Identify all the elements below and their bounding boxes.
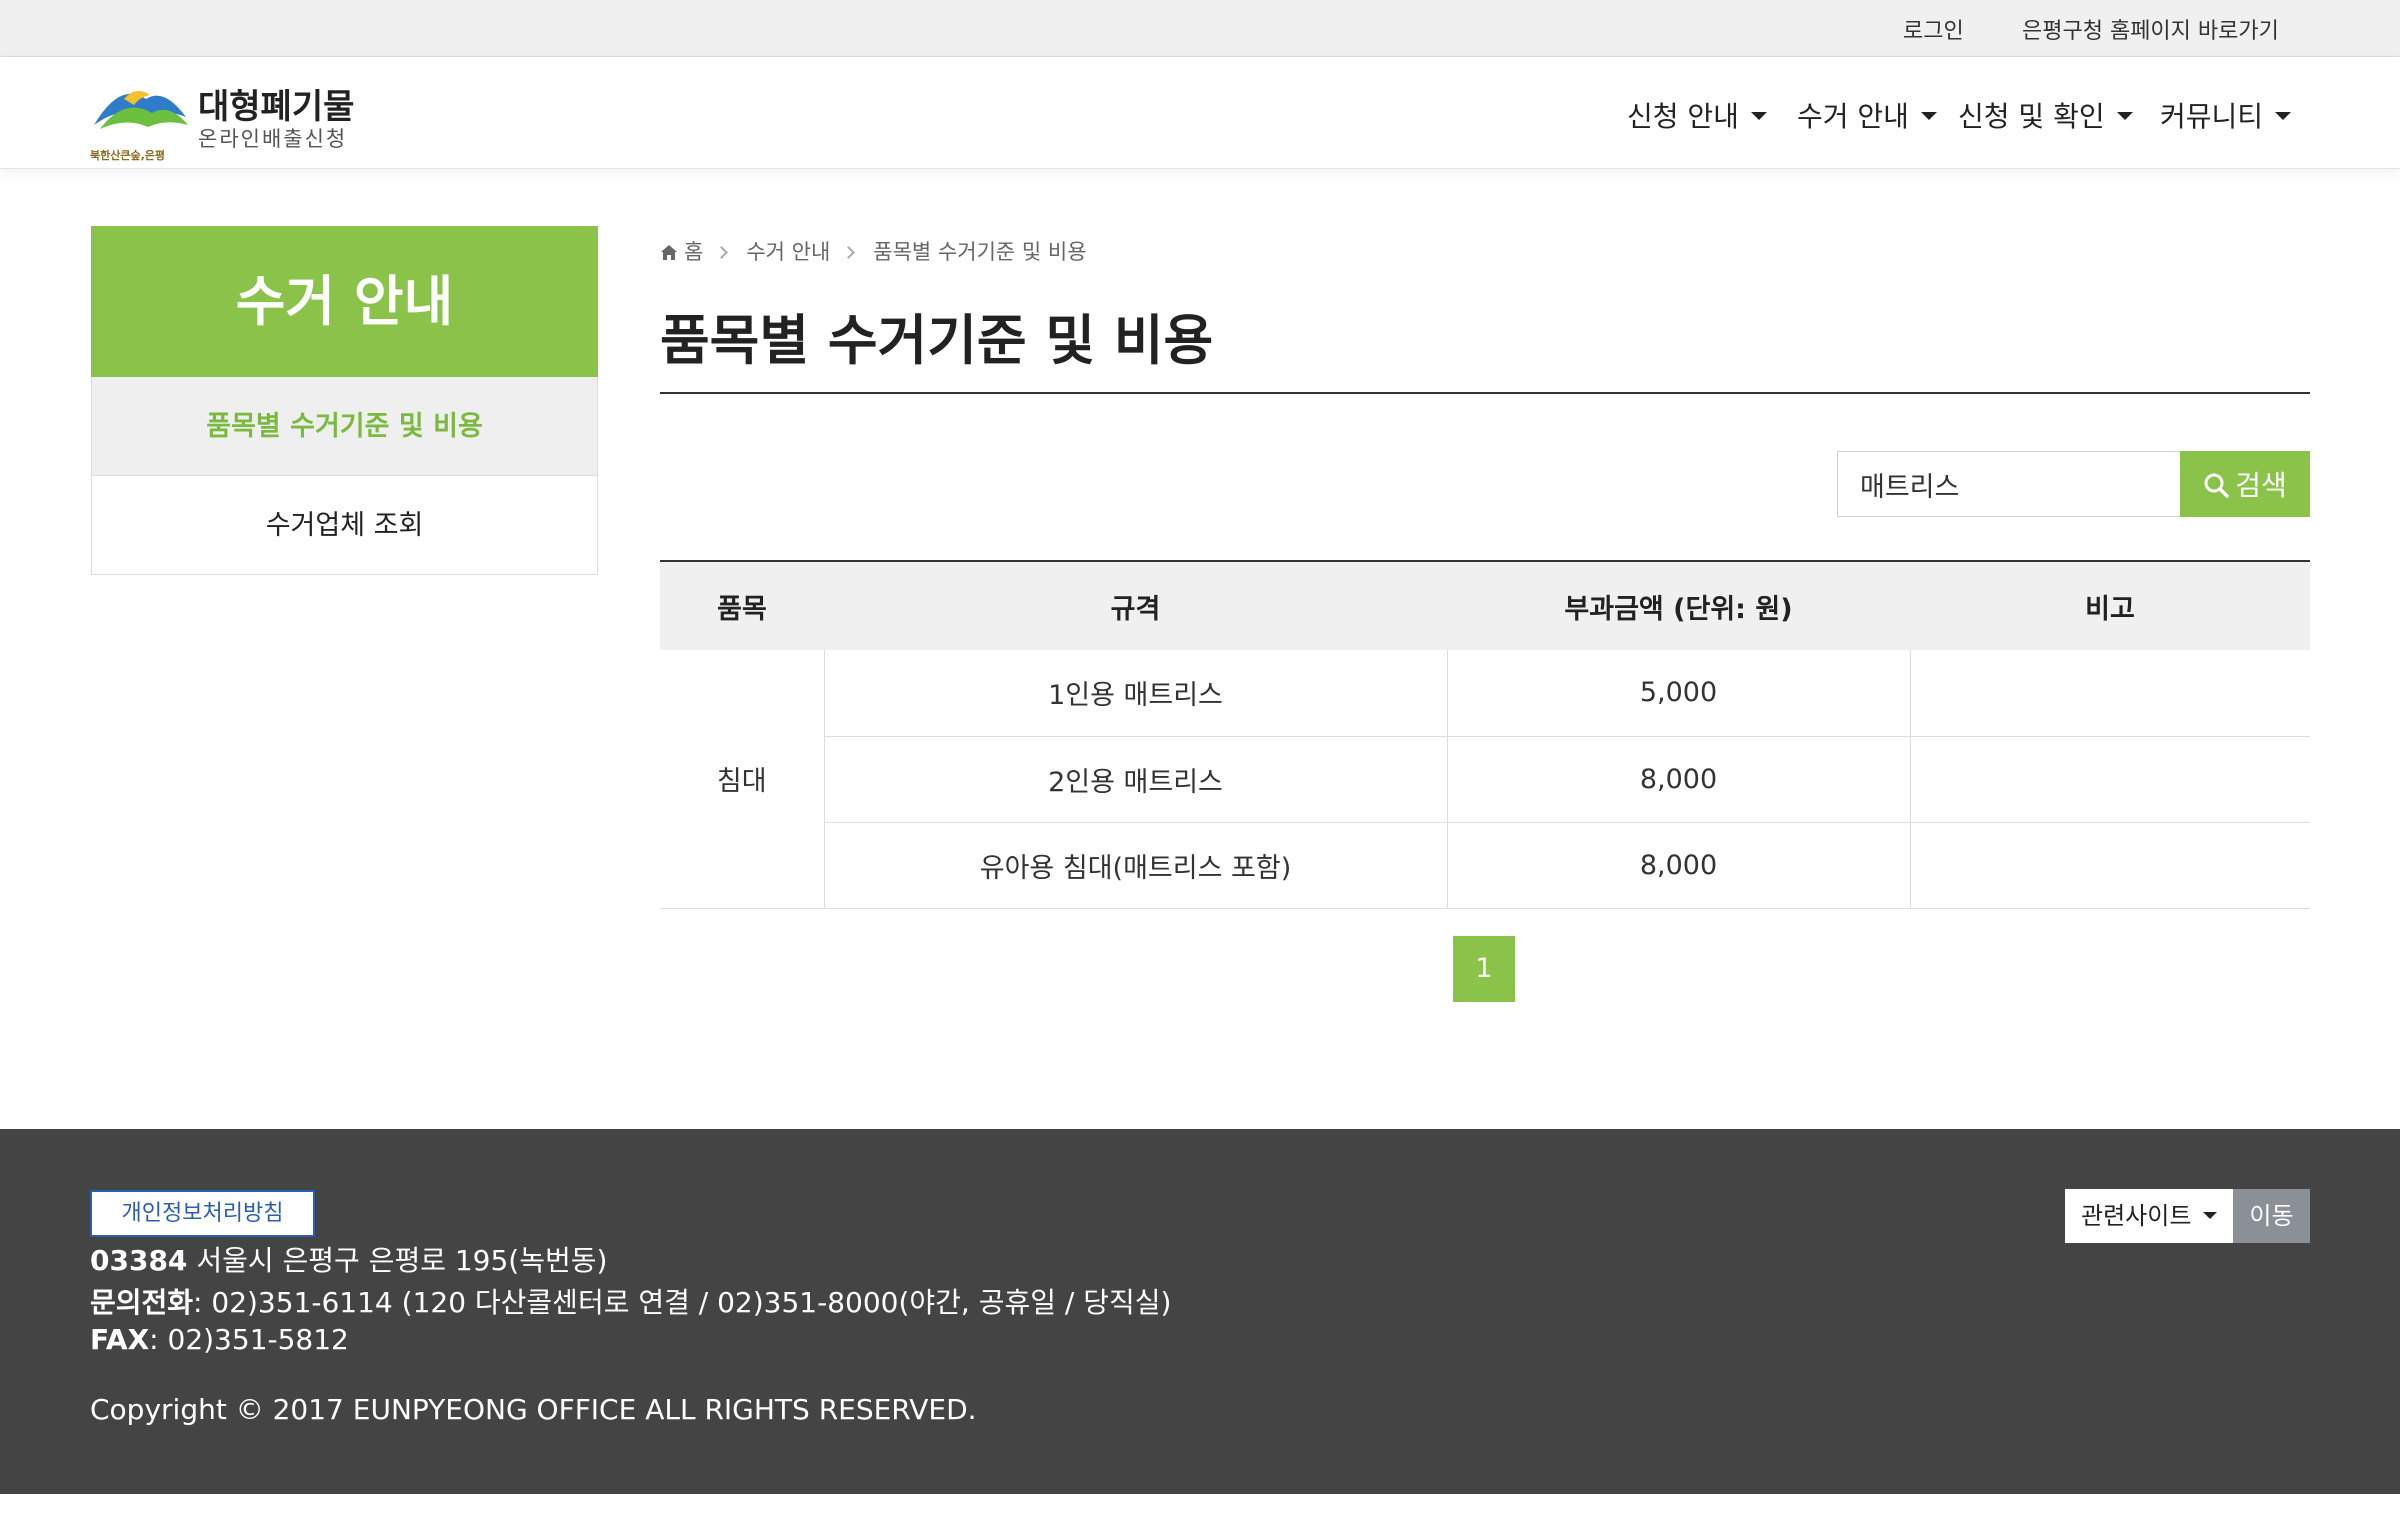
page-title: 품목별 수거기준 및 비용 (660, 309, 1214, 372)
spec-cell: 2인용 매트리스 (823, 736, 1447, 823)
table-row: 침대 1인용 매트리스 5,000 (660, 650, 2310, 909)
footer-zip: 03384 (90, 1244, 188, 1277)
footer-fax: FAX: 02)351-5812 (90, 1323, 349, 1356)
nav-community[interactable]: 커뮤니티 (2160, 95, 2292, 135)
column-header-item: 품목 (660, 560, 824, 650)
footer-phone: 문의전화: 02)351-6114 (120 다산콜센터로 연결 / 02)35… (90, 1281, 1171, 1321)
breadcrumb-level1[interactable]: 수거 안내 (746, 240, 830, 264)
fee-table: 품목 규격 부과금액 (단위: 원) 비고 침대 1인용 매트리스 5,000 … (660, 560, 2310, 909)
title-divider (660, 392, 2310, 394)
price-cell: 8,000 (1446, 736, 1910, 823)
district-homepage-link[interactable]: 은평구청 홈페이지 바로가기 (2022, 13, 2279, 45)
price-cell: 8,000 (1446, 822, 1910, 909)
nav-apply-guide[interactable]: 신청 안내 (1627, 95, 1767, 135)
related-sites-go-button[interactable]: 이동 (2233, 1189, 2310, 1243)
home-icon (661, 245, 677, 260)
logo-slogan: 북한산큰숲,은평 (90, 149, 166, 162)
site-logo[interactable]: 대형폐기물 온라인배출신청 북한산큰숲,은평 (90, 77, 354, 162)
breadcrumb: 홈 수거 안내 품목별 수거기준 및 비용 (660, 236, 1087, 266)
nav-label: 신청 및 확인 (1958, 100, 2105, 133)
table-row: 유아용 침대(매트리스 포함) 8,000 (660, 822, 2310, 909)
search-button[interactable]: 검색 (2180, 451, 2310, 517)
nav-label: 신청 안내 (1627, 100, 1739, 133)
table-row: 2인용 매트리스 8,000 (660, 736, 2310, 823)
site-footer: 개인정보처리방침 03384 서울시 은평구 은평로 195(녹번동) 문의전화… (0, 1129, 2400, 1494)
caret-down-icon (1920, 112, 1937, 120)
column-header-price: 부과금액 (단위: 원) (1447, 560, 1910, 650)
nav-collection-guide[interactable]: 수거 안내 (1797, 95, 1937, 135)
footer-copyright: Copyright © 2017 EUNPYEONG OFFICE ALL RI… (90, 1393, 977, 1426)
caret-down-icon (2203, 1212, 2218, 1219)
logo-mountain-icon (94, 90, 188, 129)
search-icon (2204, 473, 2229, 498)
nav-label: 수거 안내 (1797, 100, 1909, 133)
related-sites-select[interactable]: 관련사이트 (2065, 1189, 2233, 1243)
search-button-label: 검색 (2235, 469, 2287, 502)
column-header-note: 비고 (1910, 560, 2310, 650)
nav-apply-check[interactable]: 신청 및 확인 (1958, 95, 2133, 135)
chevron-right-icon (842, 246, 856, 259)
sidebar-title: 수거 안내 (91, 226, 598, 377)
price-cell: 5,000 (1446, 650, 1910, 737)
sidebar-item-item-standards[interactable]: 품목별 수거기준 및 비용 (91, 377, 598, 476)
nav-label: 커뮤니티 (2160, 100, 2264, 133)
note-cell (1909, 736, 2310, 823)
breadcrumb-level2[interactable]: 품목별 수거기준 및 비용 (873, 240, 1086, 264)
footer-fax-text: : 02)351-5812 (149, 1323, 349, 1356)
footer-fax-label: FAX (90, 1323, 150, 1356)
logo-title: 대형폐기물 (198, 87, 355, 127)
footer-phone-text: : 02)351-6114 (120 다산콜센터로 연결 / 02)351-80… (193, 1286, 1172, 1319)
footer-address: 03384 서울시 은평구 은평로 195(녹번동) (90, 1239, 607, 1279)
spec-cell: 1인용 매트리스 (823, 650, 1447, 737)
footer-address-text: 서울시 은평구 은평로 195(녹번동) (187, 1244, 608, 1277)
caret-down-icon (2275, 112, 2292, 120)
column-header-spec: 규격 (824, 560, 1447, 650)
category-cell: 침대 (660, 650, 824, 909)
login-link[interactable]: 로그인 (1903, 13, 1964, 45)
footer-phone-label: 문의전화 (90, 1286, 194, 1319)
breadcrumb-home[interactable]: 홈 (684, 240, 703, 264)
note-cell (1909, 650, 2310, 737)
table-header-row: 품목 규격 부과금액 (단위: 원) 비고 (660, 560, 2310, 650)
caret-down-icon (2116, 112, 2133, 120)
chevron-right-icon (715, 246, 729, 259)
note-cell (1909, 822, 2310, 909)
related-sites-label: 관련사이트 (2081, 1202, 2192, 1230)
search-input[interactable] (1837, 451, 2180, 517)
site-header: 대형폐기물 온라인배출신청 북한산큰숲,은평 신청 안내 수거 안내 신청 및 … (0, 57, 2400, 169)
utility-bar: 로그인 은평구청 홈페이지 바로가기 (0, 0, 2400, 57)
caret-down-icon (1750, 112, 1767, 120)
spec-cell: 유아용 침대(매트리스 포함) (823, 822, 1447, 909)
logo-subtitle: 온라인배출신청 (198, 127, 348, 151)
pagination-page-1[interactable]: 1 (1453, 936, 1515, 1002)
privacy-policy-link[interactable]: 개인정보처리방침 (90, 1190, 315, 1237)
sidebar-item-company-lookup[interactable]: 수거업체 조회 (91, 476, 598, 575)
